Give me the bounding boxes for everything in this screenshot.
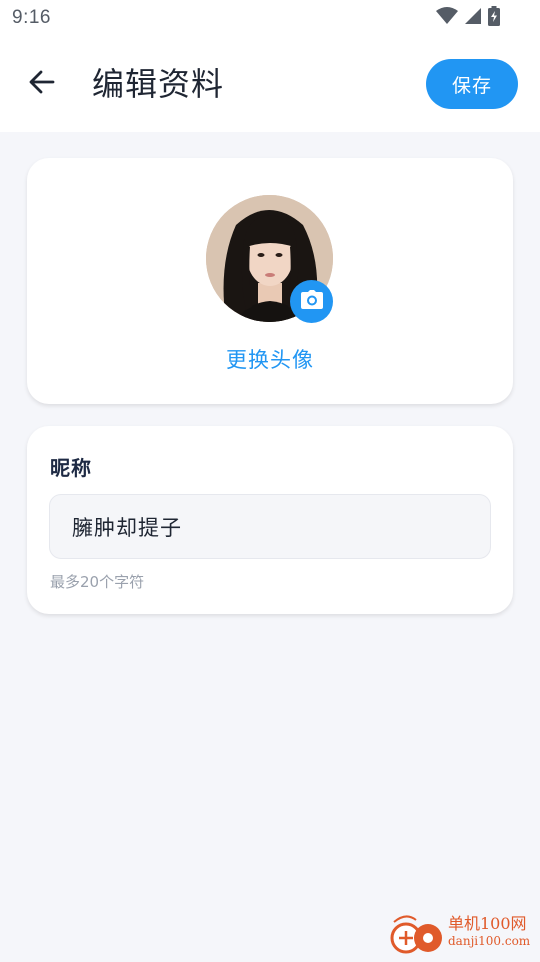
save-button[interactable]: 保存 xyxy=(426,59,518,109)
camera-icon xyxy=(301,290,323,314)
signal-icon xyxy=(464,7,482,29)
app-header: 编辑资料 保存 xyxy=(0,36,540,132)
avatar-card: 更换头像 xyxy=(27,158,513,404)
status-icons xyxy=(436,6,500,30)
nickname-hint: 最多20个字符 xyxy=(50,571,144,592)
arrow-left-icon xyxy=(28,68,56,100)
watermark: 单机100网 danji100.com xyxy=(386,908,536,958)
avatar-wrapper[interactable] xyxy=(206,195,333,322)
nickname-card: 昵称 最多20个字符 xyxy=(27,426,513,614)
watermark-logo-icon xyxy=(386,908,446,958)
back-button[interactable] xyxy=(22,64,62,104)
change-avatar-camera-button[interactable] xyxy=(290,280,333,323)
watermark-url: danji100.com xyxy=(448,934,530,948)
battery-charging-icon xyxy=(488,6,500,30)
status-time: 9:16 xyxy=(12,7,51,29)
nickname-input[interactable] xyxy=(49,494,491,559)
change-avatar-link[interactable]: 更换头像 xyxy=(27,344,513,374)
wifi-icon xyxy=(436,7,458,29)
watermark-name: 单机100网 xyxy=(448,910,527,934)
nickname-label: 昵称 xyxy=(50,452,92,481)
status-bar: 9:16 xyxy=(0,0,540,36)
page-title: 编辑资料 xyxy=(92,64,224,104)
